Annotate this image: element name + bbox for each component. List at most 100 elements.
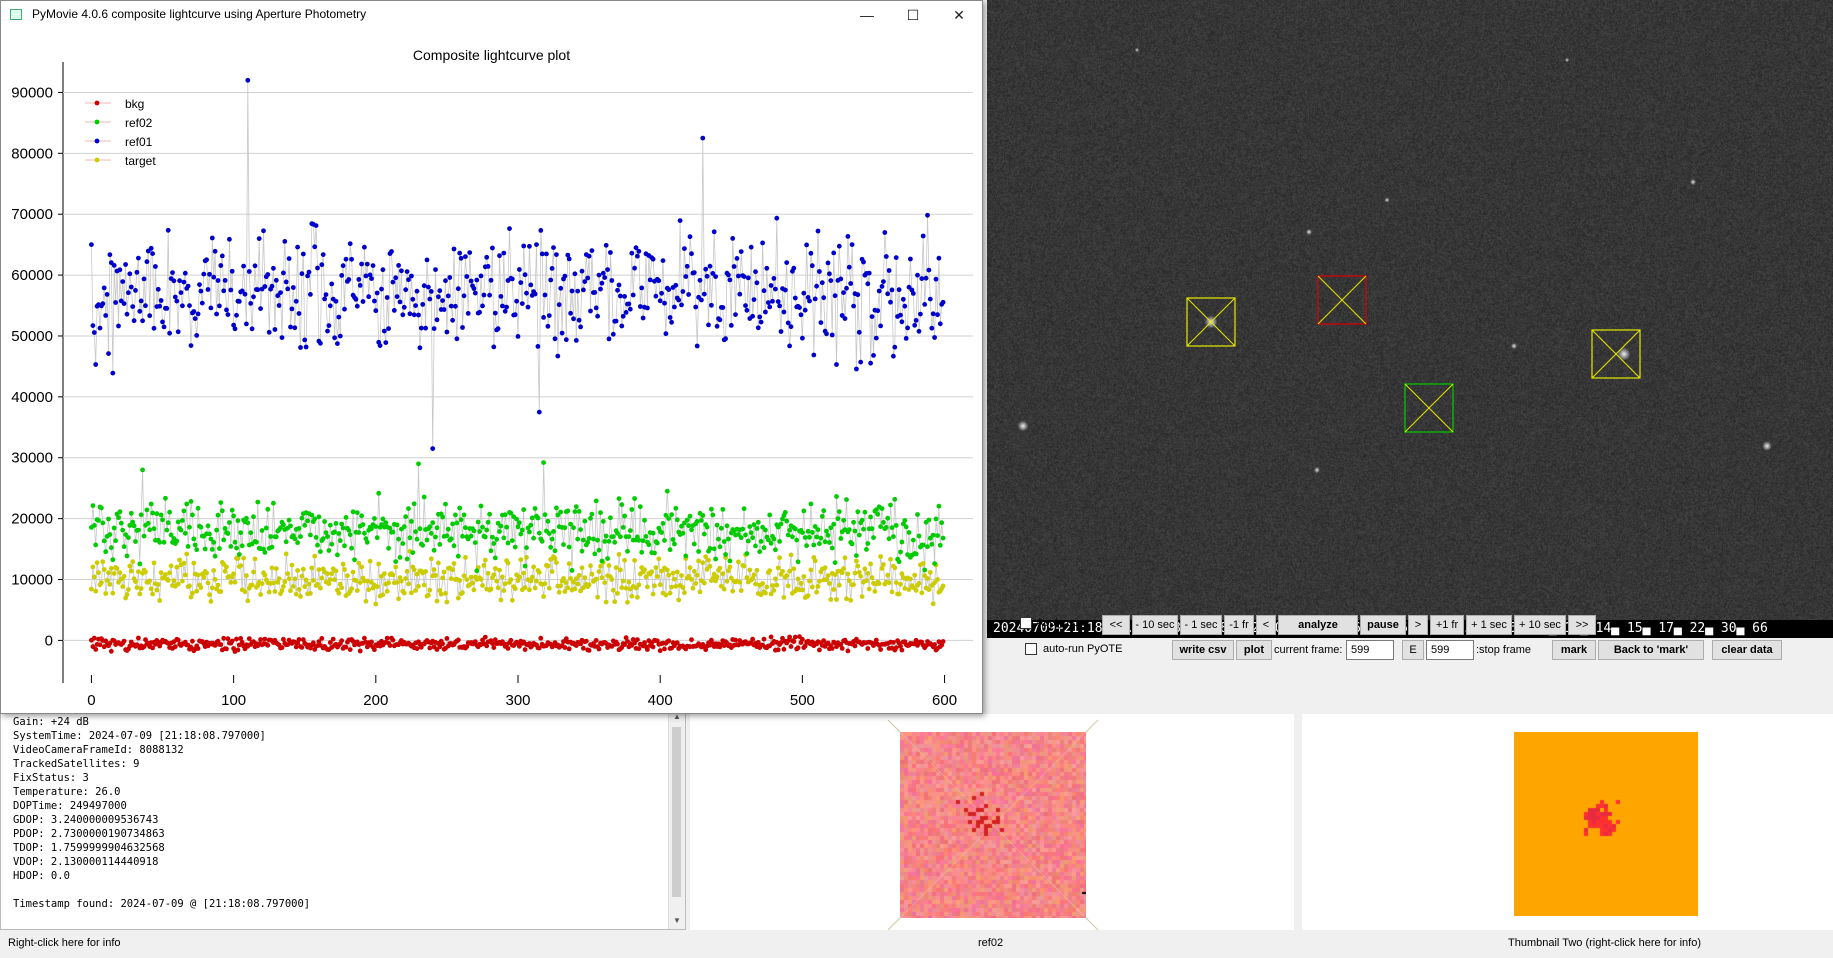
point-ref01 <box>420 302 426 307</box>
apply-corr-checkbox[interactable] <box>1020 617 1032 629</box>
point-ref02 <box>935 533 940 538</box>
point-ref01 <box>364 261 370 267</box>
info-scrollbar[interactable]: ▲ ▼ <box>668 709 685 929</box>
stop-frame-input[interactable]: 599 <box>1426 640 1474 660</box>
back-to-mark-button[interactable]: Back to 'mark' <box>1598 640 1704 660</box>
video-frame-view[interactable]: 20240709+21:18:08.797-08.897 88132+0000 … <box>987 0 1833 638</box>
point-ref02 <box>263 525 269 531</box>
back-back-button[interactable]: << <box>1102 615 1130 635</box>
point-ref01 <box>559 330 565 336</box>
minimize-icon[interactable]: — <box>857 5 877 25</box>
point-ref02 <box>545 518 551 524</box>
point-ref01 <box>214 311 220 317</box>
back-button[interactable]: < <box>1256 615 1276 635</box>
plot-button[interactable]: plot <box>1236 640 1272 660</box>
point-target <box>635 594 640 600</box>
point-ref02 <box>302 522 308 528</box>
point-target <box>327 577 333 582</box>
plot-window[interactable]: PyMovie 4.0.6 composite lightcurve using… <box>0 0 983 714</box>
point-target <box>333 568 339 574</box>
point-ref01 <box>875 308 881 314</box>
point-target <box>310 578 316 583</box>
point-ref01 <box>535 344 541 349</box>
point-ref02 <box>364 539 370 545</box>
current-frame-input[interactable]: 599 <box>1346 640 1394 660</box>
forward-button[interactable]: > <box>1408 615 1428 635</box>
point-target <box>798 580 804 586</box>
point-ref01 <box>160 319 165 325</box>
point-ref02 <box>709 506 714 512</box>
info-text-panel[interactable]: Gain: +24 dB SystemTime: 2024-07-09 [21:… <box>0 708 686 930</box>
point-target <box>663 592 669 598</box>
point-ref01 <box>940 299 946 305</box>
point-ref01 <box>650 256 656 262</box>
point-ref02 <box>490 534 495 540</box>
point-ref01 <box>581 287 586 293</box>
point-ref01 <box>246 269 252 274</box>
point-target <box>215 582 221 588</box>
point-ref01 <box>768 283 774 288</box>
point-ref02 <box>809 530 815 535</box>
point-ref02 <box>424 537 430 543</box>
point-target <box>775 565 781 571</box>
plus-10-sec-button[interactable]: + 10 sec <box>1514 615 1566 635</box>
point-ref02 <box>118 520 124 526</box>
forward-forward-button[interactable]: >> <box>1568 615 1596 635</box>
point-target <box>93 588 99 594</box>
point-ref02 <box>347 532 353 538</box>
point-ref02 <box>666 516 672 521</box>
plus-1-frame-button[interactable]: +1 fr <box>1430 615 1464 635</box>
point-ref01 <box>891 353 896 359</box>
point-ref02 <box>782 510 788 515</box>
thumbnail-one-panel[interactable] <box>690 714 1294 930</box>
point-bkg <box>190 638 195 644</box>
minus-1-sec-button[interactable]: - 1 sec <box>1180 615 1222 635</box>
point-ref02 <box>140 467 146 473</box>
aperture-ref01[interactable] <box>1591 329 1641 379</box>
lightcurve-chart[interactable]: 0100002000030000400005000060000700008000… <box>1 29 982 713</box>
point-ref02 <box>190 512 195 518</box>
point-bkg <box>657 648 663 654</box>
aperture-bkg[interactable] <box>1317 275 1367 325</box>
aperture-target[interactable] <box>1186 297 1236 347</box>
write-csv-button[interactable]: write csv <box>1172 640 1234 660</box>
minus-1-frame-button[interactable]: -1 fr <box>1224 615 1254 635</box>
status-right[interactable]: Thumbnail Two (right-click here for info… <box>1508 933 1701 953</box>
point-target <box>128 568 134 574</box>
minus-10-sec-button[interactable]: - 10 sec <box>1132 615 1178 635</box>
status-left[interactable]: Right-click here for info <box>8 933 121 953</box>
point-ref02 <box>662 538 667 543</box>
point-target <box>545 563 551 569</box>
point-ref02 <box>524 545 529 551</box>
e-button[interactable]: E <box>1402 640 1424 660</box>
auto-run-pyote-checkbox[interactable] <box>1025 643 1037 655</box>
maximize-icon[interactable]: ☐ <box>903 5 923 25</box>
point-target <box>517 574 522 580</box>
analyze-button[interactable]: analyze <box>1278 615 1358 635</box>
point-ref02 <box>699 518 704 523</box>
scroll-thumb[interactable] <box>672 727 681 897</box>
mark-button[interactable]: mark <box>1552 640 1596 660</box>
pause-button[interactable]: pause <box>1360 615 1406 635</box>
point-ref02 <box>273 534 279 540</box>
point-ref01 <box>148 245 154 251</box>
scroll-down-icon[interactable]: ▼ <box>669 913 685 929</box>
plot-window-titlebar[interactable]: PyMovie 4.0.6 composite lightcurve using… <box>1 1 982 29</box>
plus-1-sec-button[interactable]: + 1 sec <box>1466 615 1512 635</box>
point-target <box>325 571 330 577</box>
y-tick-label: 0 <box>45 632 53 649</box>
point-target <box>363 598 369 604</box>
clear-data-button[interactable]: clear data <box>1712 640 1782 660</box>
y-tick-label: 60000 <box>11 267 53 284</box>
point-ref02 <box>669 512 674 518</box>
thumbnail-two-panel[interactable] <box>1302 714 1833 930</box>
close-icon[interactable]: ✕ <box>949 5 969 25</box>
point-target <box>920 561 926 566</box>
point-ref01 <box>730 236 736 241</box>
point-target <box>299 573 305 579</box>
point-ref02 <box>478 503 484 509</box>
point-bkg <box>372 647 377 653</box>
aperture-ref02[interactable] <box>1404 383 1454 433</box>
point-ref01 <box>120 279 126 284</box>
point-target <box>96 570 101 575</box>
